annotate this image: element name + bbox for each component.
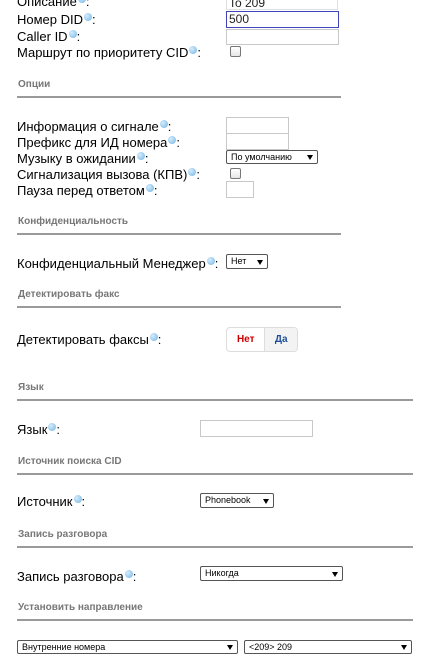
- fax-yes-option[interactable]: Да: [264, 328, 297, 351]
- moh-row: Музыку в ожидании:: [17, 151, 149, 166]
- help-icon[interactable]: [124, 570, 133, 578]
- callerid-row: Caller ID:: [17, 29, 81, 44]
- cid-source-row: Источник:: [17, 494, 86, 509]
- section-divider: [17, 306, 341, 308]
- chevron-down-icon: [257, 259, 263, 265]
- privacy-section-title: Конфиденциальность: [18, 216, 129, 227]
- help-icon[interactable]: [206, 257, 215, 265]
- privacy-manager-select[interactable]: Нет: [226, 254, 268, 269]
- destination-target-value: <209> 209: [249, 642, 293, 652]
- recording-label: Запись разговора: [17, 569, 124, 584]
- help-icon[interactable]: [145, 184, 154, 192]
- cid-source-section-title: Источник поиска CID: [18, 456, 122, 467]
- destination-target-select[interactable]: <209> 209: [244, 640, 412, 654]
- did-row: Номер DID:: [17, 12, 96, 27]
- chevron-down-icon: [263, 498, 269, 504]
- section-divider: [17, 546, 413, 548]
- chevron-down-icon: [332, 571, 338, 577]
- destination-section-title: Установить направление: [18, 602, 143, 613]
- pause-label: Пауза перед ответом: [17, 183, 145, 198]
- help-icon[interactable]: [84, 13, 93, 21]
- route-cid-label: Маршрут по приоритету CID: [17, 45, 189, 60]
- help-icon[interactable]: [168, 136, 177, 144]
- moh-select[interactable]: По умолчанию: [226, 150, 318, 164]
- chevron-down-icon: [227, 645, 233, 650]
- help-icon[interactable]: [159, 120, 168, 128]
- kpv-checkbox[interactable]: [230, 168, 241, 179]
- route-cid-row: Маршрут по приоритету CID:: [17, 45, 201, 60]
- language-section-title: Язык: [18, 382, 44, 393]
- help-icon[interactable]: [77, 0, 86, 3]
- cid-prefix-row: Префикс для ИД номера:: [17, 135, 180, 150]
- pause-row: Пауза перед ответом:: [17, 183, 158, 198]
- signal-info-label: Информация о сигнале: [17, 119, 159, 134]
- cid-prefix-label: Префикс для ИД номера: [17, 135, 168, 150]
- callerid-input[interactable]: [226, 29, 339, 45]
- fax-no-option[interactable]: Нет: [227, 328, 264, 351]
- did-label: Номер DID: [17, 12, 84, 27]
- help-icon[interactable]: [48, 423, 57, 431]
- recording-section-title: Запись разговора: [18, 529, 108, 540]
- kpv-label: Сигнализация вызова (КПВ): [17, 167, 188, 182]
- privacy-manager-label: Конфиденциальный Менеджер: [17, 256, 206, 271]
- pause-input[interactable]: [226, 181, 254, 198]
- recording-select[interactable]: Никогда: [200, 566, 343, 581]
- destination-type-select[interactable]: Внутренние номера: [17, 640, 238, 654]
- recording-row: Запись разговора:: [17, 569, 137, 584]
- help-icon[interactable]: [188, 168, 197, 176]
- chevron-down-icon: [401, 645, 407, 650]
- chevron-down-icon: [307, 155, 313, 160]
- did-input[interactable]: 500: [226, 11, 339, 28]
- description-input[interactable]: To 209: [226, 0, 338, 10]
- language-input[interactable]: [200, 420, 313, 437]
- language-row: Язык:: [17, 422, 61, 437]
- moh-select-value: По умолчанию: [231, 152, 292, 162]
- kpv-row: Сигнализация вызова (КПВ):: [17, 167, 200, 182]
- callerid-label: Caller ID: [17, 29, 68, 44]
- fax-detect-row: Детектировать факсы:: [17, 332, 162, 347]
- section-divider: [17, 399, 413, 401]
- description-label: Описание: [17, 0, 77, 9]
- cid-source-label: Источник: [17, 494, 73, 509]
- section-divider: [17, 96, 341, 98]
- section-divider: [17, 619, 413, 621]
- signal-info-input[interactable]: [226, 117, 289, 134]
- destination-type-value: Внутренние номера: [22, 642, 106, 652]
- help-icon[interactable]: [73, 495, 82, 503]
- fax-detect-label: Детектировать факсы: [17, 332, 149, 347]
- privacy-manager-value: Нет: [231, 256, 247, 266]
- recording-value: Никогда: [205, 568, 239, 578]
- section-divider: [17, 473, 413, 475]
- section-divider: [17, 233, 341, 235]
- fax-section-title: Детектировать факс: [18, 289, 120, 300]
- privacy-manager-row: Конфиденциальный Менеджер:: [17, 256, 219, 271]
- help-icon[interactable]: [68, 30, 77, 38]
- cid-source-value: Phonebook: [205, 495, 251, 505]
- description-row: Описание:: [17, 0, 89, 9]
- signal-info-row: Информация о сигнале:: [17, 119, 172, 134]
- help-icon[interactable]: [136, 152, 145, 160]
- route-cid-checkbox[interactable]: [230, 46, 241, 57]
- fax-toggle[interactable]: Нет Да: [226, 327, 298, 352]
- help-icon[interactable]: [149, 333, 158, 341]
- cid-source-select[interactable]: Phonebook: [200, 493, 274, 508]
- cid-prefix-input[interactable]: [226, 133, 289, 150]
- moh-label: Музыку в ожидании: [17, 151, 136, 166]
- language-label: Язык: [17, 422, 48, 437]
- help-icon[interactable]: [189, 46, 198, 54]
- options-section-title: Опции: [18, 79, 51, 90]
